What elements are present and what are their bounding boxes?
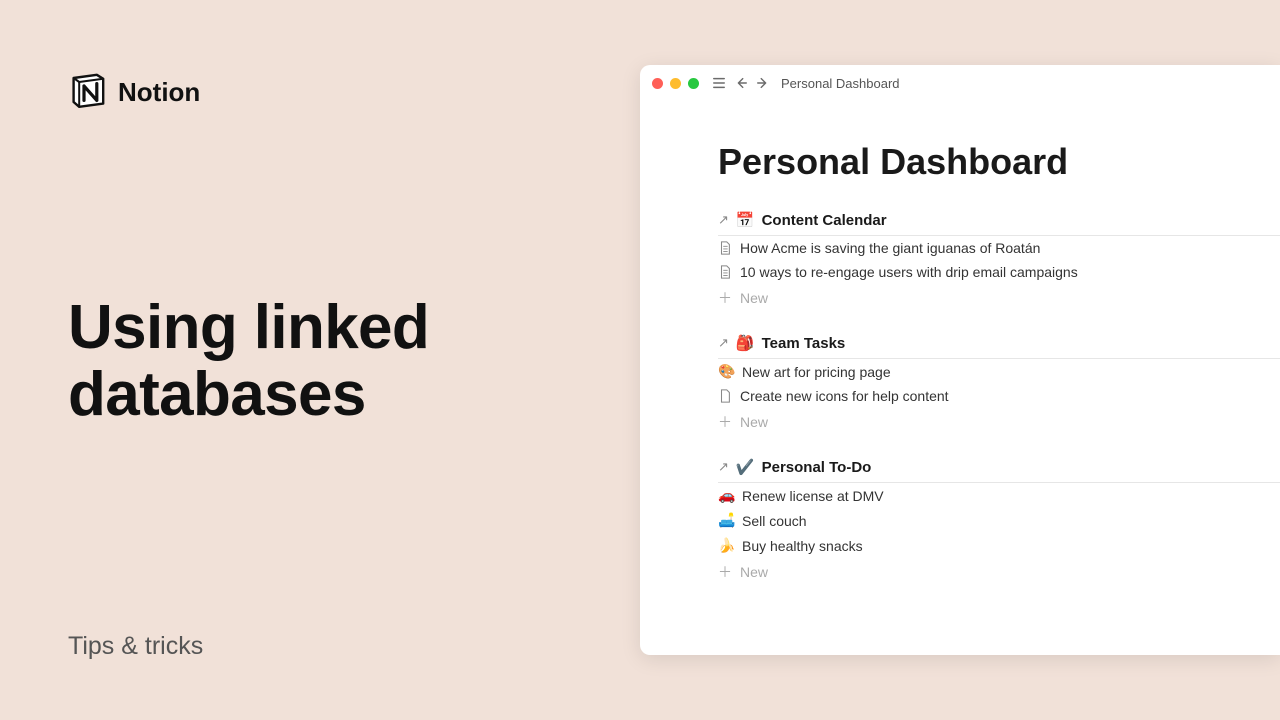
- window-nav: Personal Dashboard: [711, 75, 900, 91]
- item-text: 10 ways to re-engage users with drip ema…: [740, 264, 1078, 280]
- item-emoji: 🎨: [718, 363, 734, 380]
- db-title: Personal To-Do: [762, 459, 872, 476]
- page-icon: [718, 389, 732, 403]
- nav-back-icon[interactable]: [733, 75, 749, 91]
- brand-logo-area: Notion: [68, 70, 200, 115]
- nav-forward-icon[interactable]: [755, 75, 771, 91]
- window-close-button[interactable]: [652, 78, 663, 89]
- new-row-button[interactable]: ＋ New: [718, 284, 1280, 312]
- promo-title-line-2: databases: [68, 360, 366, 429]
- item-emoji: 🚗: [718, 487, 734, 504]
- item-emoji: 🛋️: [718, 512, 734, 529]
- plus-icon: ＋: [718, 288, 732, 308]
- page-icon: [718, 241, 732, 255]
- new-label: New: [740, 290, 768, 306]
- window-traffic-lights: [652, 78, 699, 89]
- item-emoji: 🍌: [718, 537, 734, 554]
- window-maximize-button[interactable]: [688, 78, 699, 89]
- new-label: New: [740, 414, 768, 430]
- item-text: How Acme is saving the giant iguanas of …: [740, 240, 1040, 256]
- window-minimize-button[interactable]: [670, 78, 681, 89]
- linked-db-header[interactable]: ↗ ✔️ Personal To-Do: [718, 458, 1280, 483]
- new-row-button[interactable]: ＋ New: [718, 558, 1280, 586]
- item-text: New art for pricing page: [742, 364, 891, 380]
- promo-title: Using linked databases: [68, 295, 429, 429]
- linked-db-header[interactable]: ↗ 📅 Content Calendar: [718, 211, 1280, 236]
- item-text: Buy healthy snacks: [742, 538, 863, 554]
- list-item[interactable]: 10 ways to re-engage users with drip ema…: [718, 260, 1280, 284]
- linked-db-section: ↗ ✔️ Personal To-Do 🚗 Renew license at D…: [718, 458, 1280, 586]
- db-emoji: 🎒: [736, 334, 755, 352]
- plus-icon: ＋: [718, 412, 732, 432]
- db-title: Team Tasks: [762, 335, 846, 352]
- linked-db-section: ↗ 📅 Content Calendar How Acme is saving …: [718, 211, 1280, 312]
- db-emoji: 📅: [736, 211, 755, 229]
- linked-db-section: ↗ 🎒 Team Tasks 🎨 New art for pricing pag…: [718, 334, 1280, 436]
- breadcrumb[interactable]: Personal Dashboard: [781, 76, 900, 91]
- page-icon: [718, 265, 732, 279]
- link-arrow-icon: ↗: [718, 212, 729, 228]
- list-item[interactable]: 🍌 Buy healthy snacks: [718, 533, 1280, 558]
- link-arrow-icon: ↗: [718, 459, 729, 475]
- app-window: Personal Dashboard Personal Dashboard ↗ …: [640, 65, 1280, 655]
- new-label: New: [740, 564, 768, 580]
- linked-db-header[interactable]: ↗ 🎒 Team Tasks: [718, 334, 1280, 359]
- plus-icon: ＋: [718, 562, 732, 582]
- db-emoji: ✔️: [736, 458, 755, 476]
- promo-subtitle: Tips & tricks: [68, 632, 203, 661]
- item-text: Sell couch: [742, 513, 807, 529]
- notion-logo-icon: [68, 70, 108, 115]
- list-item[interactable]: Create new icons for help content: [718, 384, 1280, 408]
- window-title-bar: Personal Dashboard: [640, 65, 1280, 101]
- page-content: Personal Dashboard ↗ 📅 Content Calendar …: [640, 101, 1280, 586]
- page-title: Personal Dashboard: [718, 141, 1280, 183]
- list-item[interactable]: 🛋️ Sell couch: [718, 508, 1280, 533]
- sidebar-toggle-icon[interactable]: [711, 75, 727, 91]
- promo-title-line-1: Using linked: [68, 293, 429, 362]
- new-row-button[interactable]: ＋ New: [718, 408, 1280, 436]
- link-arrow-icon: ↗: [718, 335, 729, 351]
- list-item[interactable]: How Acme is saving the giant iguanas of …: [718, 236, 1280, 260]
- list-item[interactable]: 🎨 New art for pricing page: [718, 359, 1280, 384]
- list-item[interactable]: 🚗 Renew license at DMV: [718, 483, 1280, 508]
- db-title: Content Calendar: [762, 212, 887, 229]
- item-text: Renew license at DMV: [742, 488, 884, 504]
- item-text: Create new icons for help content: [740, 388, 949, 404]
- brand-name: Notion: [118, 77, 200, 108]
